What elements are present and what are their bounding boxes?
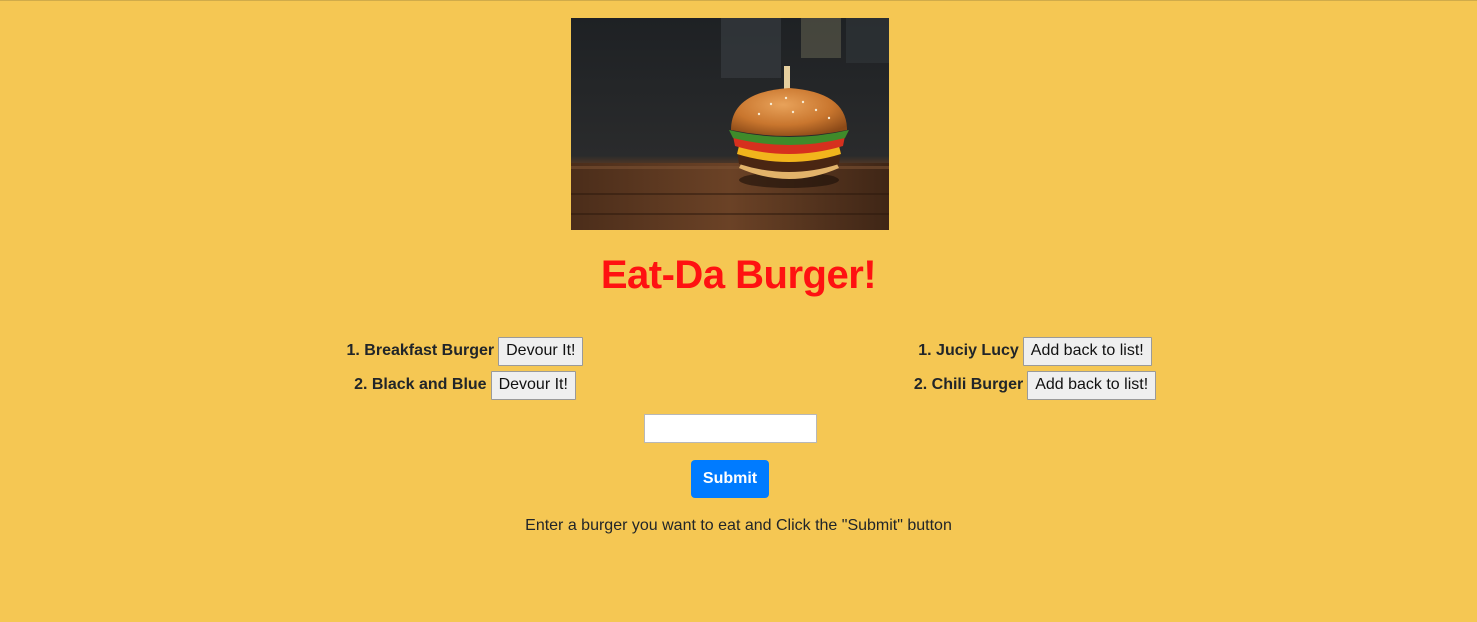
burger-name: 2. Black and Blue bbox=[354, 376, 487, 393]
add-back-button[interactable]: Add back to list! bbox=[1022, 336, 1152, 366]
list-item: 2. Black and Blue Devour It! bbox=[265, 370, 665, 400]
burger-name: 2. Chili Burger bbox=[913, 376, 1024, 393]
submit-button[interactable]: Submit bbox=[691, 460, 769, 498]
list-item: 1. Juciy Lucy Add back to list! bbox=[835, 336, 1235, 366]
burger-name: 1. Juciy Lucy bbox=[918, 342, 1019, 359]
burger-name: 1. Breakfast Burger bbox=[346, 342, 495, 359]
add-back-button[interactable]: Add back to list! bbox=[1027, 370, 1157, 400]
burger-photo bbox=[571, 18, 889, 230]
burger-name-input[interactable] bbox=[644, 414, 817, 443]
uneaten-burger-list: 1. Breakfast Burger Devour It! 2. Black … bbox=[265, 336, 665, 404]
page-title: Eat-Da Burger! bbox=[600, 253, 877, 297]
instruction-text: Enter a burger you want to eat and Click… bbox=[525, 517, 952, 534]
list-item: 2. Chili Burger Add back to list! bbox=[835, 370, 1235, 400]
devour-button[interactable]: Devour It! bbox=[498, 336, 584, 366]
devour-button[interactable]: Devour It! bbox=[490, 370, 576, 400]
list-item: 1. Breakfast Burger Devour It! bbox=[265, 336, 665, 366]
devoured-burger-list: 1. Juciy Lucy Add back to list! 2. Chili… bbox=[835, 336, 1235, 404]
